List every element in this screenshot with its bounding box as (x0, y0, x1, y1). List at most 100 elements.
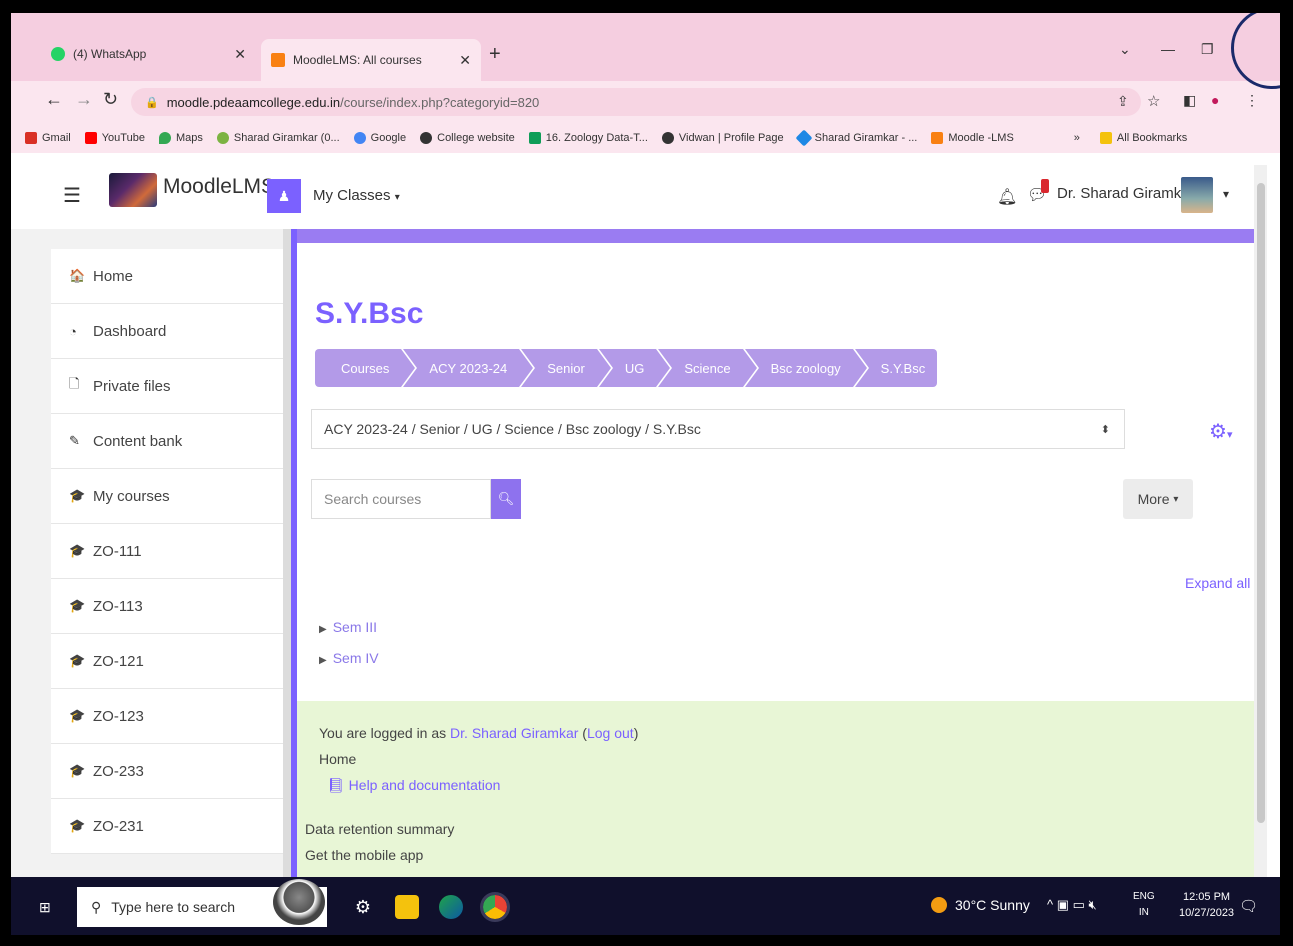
star-icon[interactable]: ☆ (1147, 92, 1160, 110)
avatar[interactable] (1181, 177, 1213, 213)
share-icon[interactable]: ⇪ (1117, 93, 1129, 110)
search-input[interactable]: Search courses (311, 479, 491, 519)
login-prefix: You are logged in as (319, 725, 447, 741)
sidebar-item[interactable]: 🎓 ZO-111 (51, 524, 283, 579)
bookmark-maps[interactable]: Maps (158, 132, 203, 144)
folder-icon (1099, 132, 1112, 144)
restore-icon[interactable]: ❐ (1201, 41, 1214, 58)
section-sem-iv[interactable]: ▶ Sem IV (319, 650, 379, 666)
help-link[interactable]: 📘︎ Help and documentation (327, 777, 500, 794)
bookmark-moodle[interactable]: Moodle -LMS (931, 132, 1014, 144)
sidebar-item[interactable]: 🗋 Private files (51, 359, 283, 414)
hamburger-icon[interactable]: ☰ (63, 183, 81, 208)
windows-taskbar: ⊞ ⚲ Type here to search ⚙ 30°C Sunny ^ ▣… (11, 877, 1280, 935)
search-highlight-image (273, 879, 325, 925)
bookmark-youtube[interactable]: YouTube (84, 132, 145, 144)
bookmark-zoology[interactable]: 16. Zoology Data-T... (528, 132, 648, 144)
tab-label: MoodleLMS: All courses (293, 53, 422, 67)
all-bookmarks[interactable]: All Bookmarks (1099, 132, 1187, 144)
globe-icon (420, 132, 433, 144)
notifications-icon[interactable]: 🗨︎ (1239, 897, 1258, 915)
forward-icon[interactable]: → (75, 89, 93, 110)
gear-icon[interactable]: ⚙▾ (1209, 419, 1232, 444)
windows-start-icon[interactable]: ⊞ (39, 899, 51, 916)
bookmark-label: Sharad Giramkar - ... (814, 132, 918, 144)
data-retention-link[interactable]: Data retention summary (305, 821, 454, 837)
mobile-app-link[interactable]: Get the mobile app (305, 847, 423, 863)
file-explorer-icon[interactable] (395, 895, 419, 919)
classes-icon[interactable]: ♟ (267, 179, 301, 213)
tab-search-icon[interactable]: ⌄ (1119, 41, 1131, 58)
brand-name[interactable]: MoodleLMS (163, 175, 275, 199)
site-logo[interactable] (109, 173, 157, 207)
tab-whatsapp[interactable]: (4) WhatsApp ✕ (41, 39, 256, 69)
logout-link[interactable]: Log out (587, 725, 634, 741)
search-icon: ⚲ (91, 898, 102, 915)
bookmark-vidwan[interactable]: Vidwan | Profile Page (661, 132, 784, 144)
sidebar-item[interactable]: 🎓 ZO-233 (51, 744, 283, 799)
my-classes-menu[interactable]: My Classes ▾ (313, 187, 400, 204)
sidebar-item[interactable]: 🎓 ZO-123 (51, 689, 283, 744)
sidebar-item[interactable]: 🎓 ZO-231 (51, 799, 283, 854)
scrollbar-thumb[interactable] (1257, 183, 1265, 823)
chrome-icon[interactable] (480, 892, 510, 922)
more-button[interactable]: More ▾ (1123, 479, 1193, 519)
sidebar-item[interactable]: 🏠 Home (51, 249, 283, 304)
sidepanel-icon[interactable]: ◧ (1183, 92, 1196, 109)
sidebar-item[interactable]: 🎓 My courses (51, 469, 283, 524)
section-sem-iii[interactable]: ▶ Sem III (319, 619, 377, 635)
bell-icon[interactable]: 🔔︎ (997, 187, 1017, 207)
expand-all-link[interactable]: Expand all (1185, 575, 1250, 591)
new-tab-button[interactable]: + (489, 43, 501, 66)
sidebar-item[interactable]: 🎓 ZO-121 (51, 634, 283, 689)
bookmark-google[interactable]: Google (353, 132, 407, 144)
bookmark-gmail[interactable]: Gmail (25, 132, 71, 144)
edge-icon[interactable] (439, 895, 463, 919)
system-tray-icons[interactable]: ^ ▣ ▭ 🔇︎ (1047, 897, 1097, 913)
category-select[interactable]: ACY 2023-24 / Senior / UG / Science / Bs… (311, 409, 1125, 449)
page-title: S.Y.Bsc (315, 297, 424, 330)
whatsapp-icon (51, 47, 65, 61)
footer-home-link[interactable]: Home (319, 751, 356, 767)
sidebar-item-label: ZO-233 (93, 762, 144, 780)
bookmarks-overflow[interactable]: » (1074, 132, 1080, 144)
taskbar-clock[interactable]: 12:05 PM 10/27/2023 (1179, 889, 1234, 921)
settings-icon[interactable]: ⚙ (351, 895, 375, 919)
breadcrumb-label: ACY 2023-24 (429, 360, 508, 376)
user-name[interactable]: Dr. Sharad Giramkar (1057, 185, 1195, 202)
bookmark-sharad[interactable]: Sharad Giramkar (0... (216, 132, 340, 144)
sheets-icon (528, 132, 541, 144)
help-label[interactable]: Help and documentation (349, 777, 501, 793)
bookmark-label: Google (370, 132, 407, 144)
weather-widget[interactable]: 30°C Sunny (931, 897, 1030, 913)
address-bar[interactable]: 🔒 moodle.pdeaamcollege.edu.in /course/in… (131, 88, 1141, 116)
dashboard-icon: ◔ (69, 323, 77, 339)
language-indicator[interactable]: ENG IN (1133, 889, 1155, 921)
breadcrumb-item[interactable]: Bsc zoology (744, 349, 867, 387)
main-content: S.Y.Bsc Courses ACY 2023-24 Senior UG Scienc… (291, 229, 1254, 877)
reload-icon[interactable]: ↻ (103, 89, 118, 110)
back-icon[interactable]: ← (45, 89, 63, 110)
search-button[interactable]: 🔍︎ (491, 479, 521, 519)
breadcrumb-item[interactable]: ACY 2023-24 (403, 349, 534, 387)
sidebar-item[interactable]: 🎓 ZO-113 (51, 579, 283, 634)
sidebar-item[interactable]: ◔ Dashboard (51, 304, 283, 359)
close-icon[interactable]: ✕ (459, 52, 471, 69)
chevron-down-icon[interactable]: ▾ (1223, 187, 1229, 201)
sidebar-scrollbar[interactable] (283, 229, 291, 877)
breadcrumb-item[interactable]: Science (658, 349, 757, 387)
graduation-cap-icon: 🎓 (69, 488, 86, 503)
user-profile-link[interactable]: Dr. Sharad Giramkar (450, 725, 578, 741)
bookmark-sharad-2[interactable]: Sharad Giramkar - ... (795, 129, 918, 147)
breadcrumb-item[interactable]: Courses (315, 349, 416, 387)
tab-moodle[interactable]: MoodleLMS: All courses ✕ (261, 39, 481, 81)
breadcrumb-item[interactable]: S.Y.Bsc (854, 349, 938, 387)
menu-icon[interactable]: ⋮ (1245, 92, 1259, 109)
profile-icon[interactable]: ● (1211, 92, 1219, 108)
close-icon[interactable]: ✕ (234, 46, 246, 63)
login-info: You are logged in as Dr. Sharad Giramkar… (319, 725, 639, 741)
sun-icon (931, 897, 947, 913)
bookmark-college[interactable]: College website (420, 132, 515, 144)
sidebar-item[interactable]: ✎ Content bank (51, 414, 283, 469)
minimize-icon[interactable]: — (1161, 41, 1175, 57)
